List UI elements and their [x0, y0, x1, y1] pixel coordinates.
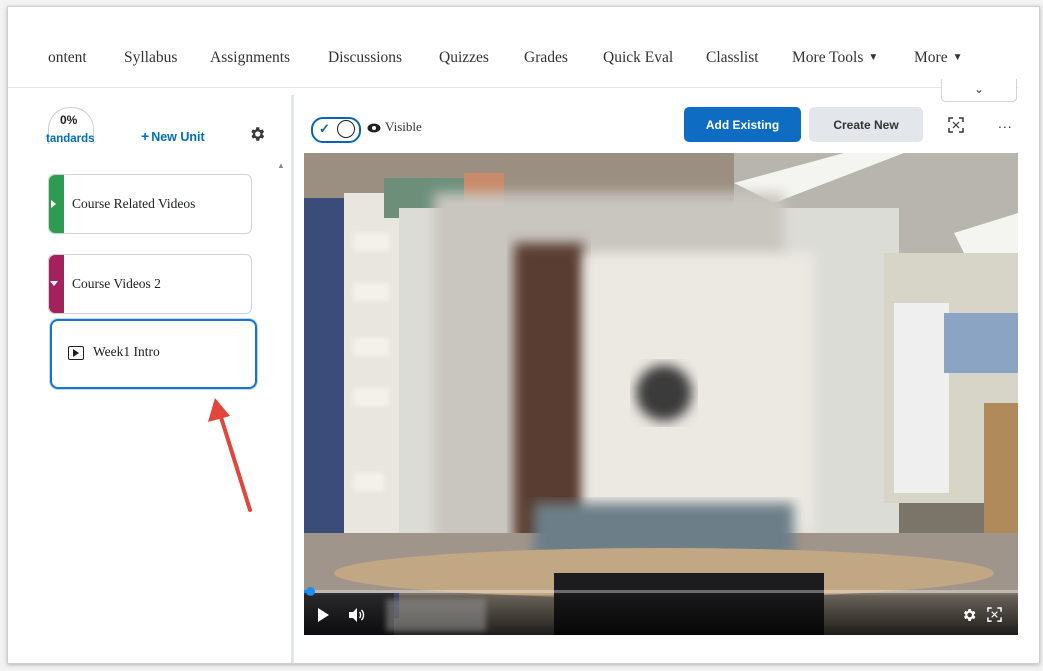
sidebar-divider[interactable] — [291, 95, 294, 663]
scroll-up-arrow[interactable]: ▲ — [277, 161, 285, 170]
video-frame-blurred — [304, 153, 1018, 635]
video-progress-track[interactable] — [304, 590, 1018, 593]
nav-quick-eval[interactable]: Quick Eval — [603, 49, 673, 67]
annotation-arrow — [208, 398, 252, 512]
unit-color-stripe — [49, 255, 64, 313]
add-existing-button[interactable]: Add Existing — [684, 107, 801, 142]
gear-icon[interactable] — [248, 125, 266, 143]
fullscreen-icon[interactable] — [948, 117, 964, 133]
app-window: ontent Syllabus Assignments Discussions … — [7, 6, 1040, 664]
unit-title: Course Videos 2 — [72, 276, 161, 291]
chevron-down-icon: ▼ — [952, 52, 963, 63]
panel-collapse-button[interactable]: ⌄ — [941, 79, 1017, 102]
new-unit-label: New Unit — [151, 130, 205, 144]
video-icon — [68, 346, 84, 360]
volume-icon[interactable] — [348, 607, 366, 623]
expand-arrow-icon[interactable] — [51, 200, 56, 208]
nav-classlist[interactable]: Classlist — [706, 49, 759, 67]
nav-more-tools-label: More Tools — [792, 49, 864, 66]
unit-color-stripe — [49, 175, 64, 233]
nav-more-label: More — [914, 49, 948, 66]
visibility-label: Visible — [385, 119, 422, 134]
more-options-button[interactable]: ... — [998, 115, 1013, 131]
new-unit-button[interactable]: + New Unit — [141, 128, 205, 144]
topic-item-week1-intro[interactable]: Week1 Intro — [50, 319, 257, 389]
video-controls-bar — [304, 595, 1018, 635]
chevron-down-icon: ▼ — [868, 52, 879, 63]
nav-content[interactable]: ontent — [48, 49, 87, 67]
nav-more-tools[interactable]: More Tools ▼ — [792, 49, 878, 67]
topic-title: Week1 Intro — [93, 344, 160, 359]
nav-syllabus[interactable]: Syllabus — [124, 49, 177, 67]
visibility-toggle[interactable]: ✓ — [311, 117, 361, 143]
course-navbar: ontent Syllabus Assignments Discussions … — [8, 7, 1018, 88]
eye-icon — [367, 123, 381, 133]
standards-percent: 0% — [60, 113, 78, 127]
toggle-knob — [337, 120, 355, 138]
nav-quizzes[interactable]: Quizzes — [439, 49, 489, 67]
unit-title: Course Related Videos — [72, 196, 196, 211]
standards-link[interactable]: tandards — [46, 133, 95, 145]
check-icon: ✓ — [319, 121, 330, 136]
nav-grades[interactable]: Grades — [524, 49, 568, 67]
fullscreen-icon[interactable] — [987, 607, 1002, 622]
collapse-arrow-icon[interactable] — [50, 281, 58, 286]
play-icon[interactable] — [318, 608, 329, 622]
unit-card-course-videos-2[interactable]: Course Videos 2 — [48, 254, 252, 314]
nav-discussions[interactable]: Discussions — [328, 49, 402, 67]
video-player[interactable] — [304, 153, 1018, 635]
unit-card-course-related-videos[interactable]: Course Related Videos — [48, 174, 252, 234]
chevron-down-icon: ⌄ — [973, 82, 985, 96]
nav-more[interactable]: More ▼ — [914, 49, 962, 67]
video-time-display-blurred — [386, 599, 486, 631]
nav-assignments[interactable]: Assignments — [210, 49, 290, 67]
create-new-button[interactable]: Create New — [809, 107, 923, 142]
gear-icon[interactable] — [961, 607, 977, 623]
plus-icon: + — [141, 128, 150, 144]
